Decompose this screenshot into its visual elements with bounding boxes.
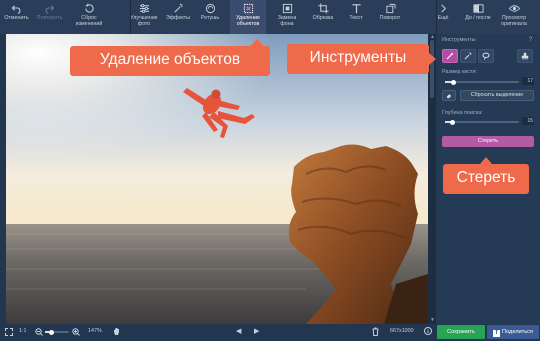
object-removal-icon (243, 3, 253, 14)
brush-size-slider[interactable] (445, 79, 519, 85)
share-button[interactable]: f Поделиться (487, 325, 539, 339)
enhance-button[interactable]: Улучшение фото (126, 0, 162, 34)
help-icon[interactable]: ? (529, 37, 532, 43)
sliders-icon (139, 4, 149, 13)
text-icon (351, 4, 361, 14)
undo-button[interactable]: Отменить (0, 0, 33, 34)
brush-size-slider-knob[interactable] (451, 79, 457, 85)
facebook-icon: f (493, 330, 501, 337)
more-label: Ещё (437, 15, 449, 21)
before-after-icon (472, 3, 484, 14)
retouch-icon (205, 3, 215, 14)
before-after-label: До / после (465, 15, 491, 21)
scroll-down-arrow-icon[interactable]: ▼ (430, 318, 435, 323)
enhance-label: Улучшение фото (130, 15, 158, 27)
rotate-button[interactable]: Поворот (372, 0, 408, 34)
undo-label: Отменить (4, 15, 29, 21)
next-image-icon[interactable]: ▶ (254, 327, 259, 335)
brush-size-label: Размер кисти: (442, 69, 478, 75)
search-depth-slider-knob[interactable] (449, 119, 455, 125)
image-canvas[interactable] (6, 34, 428, 324)
effects-button[interactable]: Эффекты (162, 0, 194, 34)
reset-changes-button[interactable]: Сброс изменений (66, 0, 112, 34)
search-depth-slider[interactable] (445, 119, 519, 125)
share-label: Поделиться (502, 329, 533, 335)
view-original-label: Просмотр оригинала (501, 15, 527, 27)
vertical-scrollbar[interactable] (430, 40, 434, 98)
brush-size-value[interactable]: 17 (522, 77, 534, 85)
eraser-icon (446, 93, 452, 98)
lasso-icon (482, 52, 490, 60)
previous-image-icon[interactable]: ◀ (236, 327, 241, 335)
photo[interactable] (6, 34, 428, 324)
retouch-label: Ретушь (200, 15, 220, 21)
rotate-label: Поворот (379, 15, 401, 21)
brush-icon (446, 52, 454, 60)
brush-tool-button[interactable] (442, 49, 458, 63)
info-icon[interactable] (424, 327, 432, 335)
search-depth-value[interactable]: 15 (522, 117, 534, 125)
more-icon (440, 4, 446, 13)
crop-button[interactable]: Обрезка (306, 0, 340, 34)
tools-label: Инструменты (442, 37, 476, 43)
save-button[interactable]: Сохранить (437, 325, 485, 339)
zoom-slider-knob[interactable] (49, 329, 55, 335)
fit-screen-icon[interactable] (5, 328, 13, 336)
crop-label: Обрезка (312, 15, 334, 21)
callout-object-removal: Удаление объектов (70, 39, 270, 76)
trash-icon[interactable] (372, 327, 379, 336)
crop-icon (317, 3, 329, 14)
magic-wand-tool-button[interactable] (460, 49, 476, 63)
effects-label: Эффекты (165, 15, 191, 21)
hand-tool-icon[interactable] (113, 327, 121, 336)
retouch-button[interactable]: Ретушь (194, 0, 226, 34)
toolbar-divider (130, 0, 131, 34)
rotate-icon (385, 3, 396, 14)
app-window: Отменить Повторить Сброс изменений Улучш… (0, 0, 540, 341)
toolbar: Отменить Повторить Сброс изменений Улучш… (0, 0, 540, 34)
zoom-out-icon[interactable] (35, 328, 43, 336)
reset-icon (84, 3, 94, 13)
image-dimensions: 667x1000 (390, 328, 414, 334)
eraser-selection-button[interactable] (442, 90, 456, 101)
redo-icon (45, 5, 55, 14)
background-replace-button[interactable]: Замена фона (270, 0, 304, 34)
zoom-slider[interactable] (45, 329, 69, 335)
callout-tools: Инструменты (287, 44, 436, 74)
toolbar-divider (436, 0, 437, 34)
background-replace-icon (282, 3, 292, 14)
more-button[interactable]: Ещё (426, 0, 460, 34)
reset-selection-button[interactable]: Сбросить выделение (460, 90, 534, 101)
zoom-value: 147% (88, 328, 102, 334)
text-button[interactable]: Текст (340, 0, 372, 34)
text-label: Текст (349, 15, 363, 21)
search-depth-label: Глубина поиска: (442, 110, 483, 116)
view-original-button[interactable]: Просмотр оригинала (496, 0, 532, 34)
actual-size-button[interactable]: 1:1 (19, 328, 27, 334)
magic-wand-icon (464, 52, 472, 60)
background-replace-label: Замена фона (277, 15, 297, 27)
redo-button[interactable]: Повторить (33, 0, 66, 34)
stamp-icon (521, 52, 529, 60)
effects-icon (173, 3, 183, 13)
tab-object-removal[interactable]: Удаление объектов (230, 0, 266, 34)
redo-label: Повторить (36, 15, 63, 21)
stamp-tool-button[interactable] (517, 49, 533, 63)
callout-erase: Стереть (443, 157, 529, 194)
lasso-tool-button[interactable] (478, 49, 494, 63)
zoom-in-icon[interactable] (72, 328, 80, 336)
erase-button[interactable]: Стереть (442, 136, 534, 147)
before-after-button[interactable]: До / после (460, 0, 496, 34)
reset-label: Сброс изменений (75, 15, 103, 27)
eye-icon (508, 5, 520, 12)
undo-icon (11, 5, 21, 14)
object-removal-label: Удаление объектов (236, 15, 260, 27)
